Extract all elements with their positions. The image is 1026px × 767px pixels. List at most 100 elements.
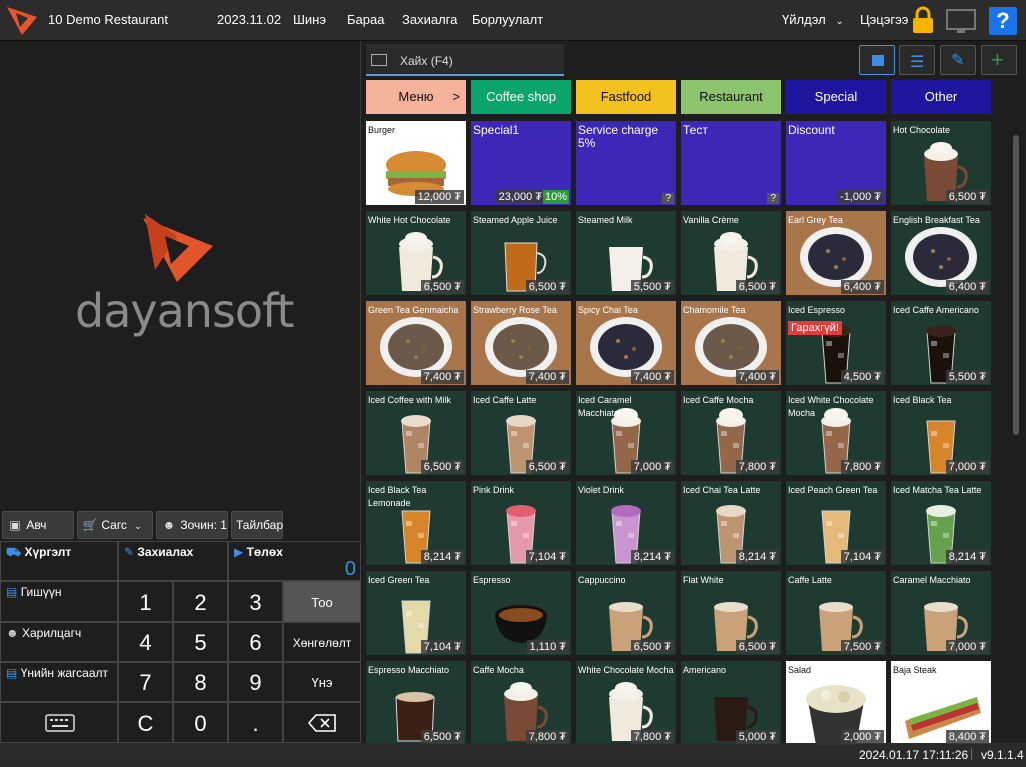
menu-new[interactable]: Шинэ [293,12,326,27]
product-tile[interactable]: Strawberry Rose Tea 7,400 ₮ [471,301,571,385]
menu-products[interactable]: Бараа [347,12,384,27]
product-tile[interactable]: Iced Black Tea Lemonade 8,214 ₮ [366,481,466,565]
category-tab[interactable]: Special [786,80,886,114]
product-name: Iced Caffe Mocha [683,395,754,405]
key-dot[interactable]: . [228,702,283,743]
menu-sales[interactable]: Борлуулалт [472,12,543,27]
category-tab[interactable]: Coffee shop [471,80,571,114]
takeaway-button[interactable]: ▣ Авч явах [2,511,74,558]
product-tile[interactable]: Espresso Macchiato 6,500 ₮ [366,661,466,745]
monitor-icon[interactable] [946,9,976,35]
product-tile[interactable]: Flat White 6,500 ₮ [681,571,781,655]
keyboard-button[interactable] [0,702,118,743]
product-tile[interactable]: Caffe Latte 7,500 ₮ [786,571,886,655]
product-tile[interactable]: Special1 23,000 ₮ 10% [471,121,571,205]
product-tile[interactable]: Iced Caffe Americano 5,500 ₮ [891,301,991,385]
product-tile[interactable]: Hot Chocolate 6,500 ₮ [891,121,991,205]
key-5[interactable]: 5 [173,622,228,662]
cart-icon: 🛒 [82,518,98,532]
product-tile[interactable]: Iced Chai Tea Latte 8,214 ₮ [681,481,781,565]
key-3[interactable]: 3 [228,581,283,622]
lock-icon[interactable] [912,6,934,34]
product-tile[interactable]: Chamomile Tea 7,400 ₮ [681,301,781,385]
product-tile[interactable]: White Chocolate Mocha 7,800 ₮ [576,661,676,745]
product-tile[interactable]: Тест? [681,121,781,205]
category-tab[interactable]: Fastfood [576,80,676,114]
product-tile[interactable]: Iced Green Tea 7,104 ₮ [366,571,466,655]
key-8[interactable]: 8 [173,662,228,702]
menu-orders[interactable]: Захиалга [402,12,457,27]
product-tile[interactable]: Caffe Mocha 7,800 ₮ [471,661,571,745]
edit-button[interactable]: ✎ [940,45,976,75]
customer-button[interactable]: ☻ Харилцагч [0,622,118,662]
discount-button[interactable]: Хөнгөлөлт [283,622,361,662]
product-tile[interactable]: Espresso 1,110 ₮ [471,571,571,655]
product-tile[interactable]: Iced Matcha Tea Latte 8,214 ₮ [891,481,991,565]
key-7[interactable]: 7 [118,662,173,702]
grid-view-button[interactable] [859,45,895,75]
help-icon[interactable]: ? [989,7,1017,35]
product-price: 6,400 ₮ [945,280,989,294]
product-tile[interactable]: Burger 12,000 ₮ [366,121,466,205]
product-tile[interactable]: Americano 5,000 ₮ [681,661,781,745]
scrollbar-thumb[interactable] [1013,135,1019,435]
quantity-button[interactable]: Тоо [283,581,361,622]
product-tile[interactable]: Steamed Milk 5,500 ₮ [576,211,676,295]
product-tile[interactable]: Caramel Macchiato 7,000 ₮ [891,571,991,655]
search-box[interactable]: Хайх (F4) [366,44,564,76]
product-tile[interactable]: Service charge 5%? [576,121,676,205]
product-scrollbar[interactable] [1013,121,1019,741]
user-name[interactable]: Цэцэгээ [860,12,908,27]
product-tile[interactable]: White Hot Chocolate 6,500 ₮ [366,211,466,295]
key-0[interactable]: 0 [173,702,228,743]
product-tile[interactable]: Iced Black Tea 7,000 ₮ [891,391,991,475]
product-price: 7,400 ₮ [420,370,464,384]
guest-count-button[interactable]: ☻ Зочин: 1 [156,511,228,539]
product-name: Iced Coffee with Milk [368,395,451,405]
product-tile[interactable]: Salad 2,000 ₮ [786,661,886,745]
member-button[interactable]: ▤ Гишүүн [0,581,118,622]
delivery-button[interactable]: ⛟ Хүргэлт [0,541,118,581]
product-tile[interactable]: Iced Coffee with Milk 6,500 ₮ [366,391,466,475]
product-tile[interactable]: Iced Peach Green Tea 7,104 ₮ [786,481,886,565]
cart-button[interactable]: 🛒 Сагс ⌄ [77,511,153,539]
product-tile[interactable]: Spicy Chai Tea 7,400 ₮ [576,301,676,385]
product-tile[interactable]: Iced Caramel Macchiato 7,000 ₮ [576,391,676,475]
product-tile[interactable]: Baja Steak 8,400 ₮ [891,661,991,745]
category-tab[interactable]: Меню > [366,80,466,114]
pay-button[interactable]: ▶ Төлөх 0 [228,541,361,581]
category-tab[interactable]: Restaurant [681,80,781,114]
price-button[interactable]: Үнэ [283,662,361,702]
product-tile[interactable]: Pink Drink 7,104 ₮ [471,481,571,565]
member-card-icon: ▤ [6,585,18,599]
key-clear[interactable]: C [118,702,173,743]
product-tile[interactable]: Cappuccino 6,500 ₮ [576,571,676,655]
product-tile[interactable]: Vanilla Crème 6,500 ₮ [681,211,781,295]
category-label: Special [814,89,858,104]
actions-dropdown[interactable]: Үйлдэл ⌄ [782,12,844,27]
key-4[interactable]: 4 [118,622,173,662]
product-tile[interactable]: Iced Espresso 4,500 ₮ Гарахгүй! [786,301,886,385]
product-tile[interactable]: Earl Grey Tea 6,400 ₮ [786,211,886,295]
key-6[interactable]: 6 [228,622,283,662]
order-button[interactable]: ✎ Захиалах [118,541,228,581]
product-tile[interactable]: Green Tea Genmaicha 7,400 ₮ [366,301,466,385]
product-tile[interactable]: Violet Drink 8,214 ₮ [576,481,676,565]
add-button[interactable]: + [981,45,1017,75]
product-tile[interactable]: Discount -1,000 ₮ [786,121,886,205]
product-tile[interactable]: Iced White Chocolate Mocha 7,800 ₮ [786,391,886,475]
category-tab[interactable]: Other [891,80,991,114]
note-button[interactable]: Тайлбар [231,511,283,539]
backspace-button[interactable] [283,702,361,743]
list-view-button[interactable]: ☰ [899,45,935,75]
key-1[interactable]: 1 [118,581,173,622]
price-list-button[interactable]: ▤ Үнийн жагсаалт [0,662,118,702]
product-tile[interactable]: Iced Caffe Latte 6,500 ₮ [471,391,571,475]
product-price: 7,000 ₮ [945,640,989,654]
product-tile[interactable]: English Breakfast Tea 6,400 ₮ [891,211,991,295]
product-tile[interactable]: Steamed Apple Juice 6,500 ₮ [471,211,571,295]
product-tile[interactable]: Iced Caffe Mocha 7,800 ₮ [681,391,781,475]
chevron-down-icon: ⌄ [134,521,142,531]
key-2[interactable]: 2 [173,581,228,622]
key-9[interactable]: 9 [228,662,283,702]
